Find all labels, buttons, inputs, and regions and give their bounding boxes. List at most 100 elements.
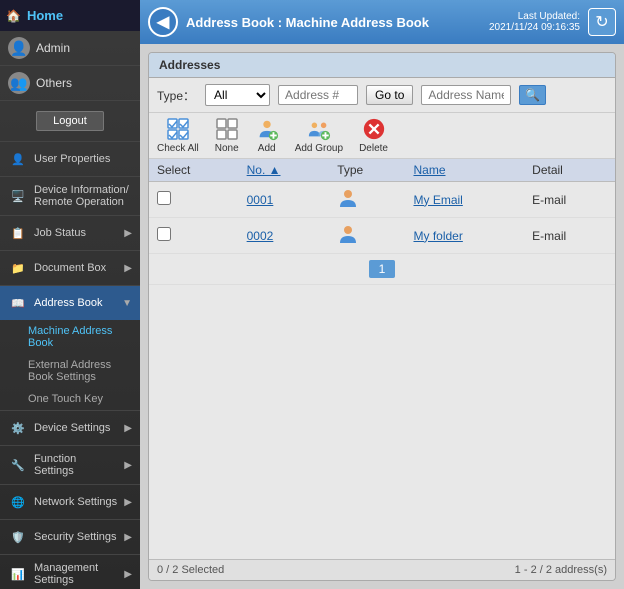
sidebar-address-book-label: Address Book <box>34 297 102 309</box>
delete-icon <box>362 117 386 141</box>
refresh-button[interactable]: ↻ <box>588 8 616 36</box>
address-table-container: Select No. ▲ Type Name Detail 0001 <box>149 159 615 559</box>
actions-row: Check All None <box>149 113 615 159</box>
back-button[interactable]: ◀ <box>148 7 178 37</box>
col-name[interactable]: Name <box>405 159 524 182</box>
management-settings-arrow: ▶ <box>124 569 132 580</box>
col-no[interactable]: No. ▲ <box>239 159 330 182</box>
address-name-input[interactable] <box>421 85 511 105</box>
function-settings-arrow: ▶ <box>124 460 132 471</box>
sidebar-item-device-info[interactable]: 🖥️ Device Information/Remote Operation <box>0 177 140 215</box>
panel-title: Addresses <box>149 53 615 78</box>
sidebar-item-admin[interactable]: 👤 Admin <box>0 31 140 66</box>
topbar: ◀ Address Book : Machine Address Book La… <box>140 0 624 44</box>
add-group-icon <box>307 117 331 141</box>
security-settings-icon: 🛡️ <box>8 527 28 547</box>
col-type: Type <box>329 159 405 182</box>
sidebar-item-home[interactable]: 🏠 Home <box>0 0 140 31</box>
type-select[interactable]: All E-mail Folder FAX i-FAX <box>205 84 270 106</box>
address-number-input[interactable] <box>278 85 358 105</box>
address-book-arrow: ▼ <box>122 298 132 309</box>
document-box-icon: 📁 <box>8 258 28 278</box>
row2-name[interactable]: My folder <box>413 229 462 243</box>
sidebar-item-security-settings[interactable]: 🛡️ Security Settings ▶ <box>0 520 140 554</box>
row2-detail: E-mail <box>524 218 615 254</box>
toolbar-row: Type： All E-mail Folder FAX i-FAX Go to … <box>149 78 615 113</box>
sidebar-item-device-settings[interactable]: ⚙️ Device Settings ▶ <box>0 411 140 445</box>
check-all-label: Check All <box>157 143 199 154</box>
add-label: Add <box>258 143 276 154</box>
row1-checkbox[interactable] <box>157 191 171 205</box>
page-1-button[interactable]: 1 <box>369 260 396 278</box>
user-properties-icon: 👤 <box>8 149 28 169</box>
add-person-icon <box>255 117 279 141</box>
add-group-action[interactable]: Add Group <box>295 117 343 154</box>
device-settings-icon: ⚙️ <box>8 418 28 438</box>
sidebar-device-settings-label: Device Settings <box>34 422 110 434</box>
table-row: 0001 My Email E-mail <box>149 182 615 218</box>
delete-label: Delete <box>359 143 388 154</box>
pagination-row: 1 <box>149 254 615 285</box>
none-action[interactable]: None <box>215 117 239 154</box>
check-all-icon <box>166 117 190 141</box>
row1-no[interactable]: 0001 <box>247 193 274 207</box>
sidebar-device-info-label: Device Information/Remote Operation <box>34 184 129 208</box>
home-icon: 🏠 <box>6 9 21 23</box>
sidebar-item-management-settings[interactable]: 📊 Management Settings ▶ <box>0 555 140 589</box>
job-status-arrow: ▶ <box>124 228 132 239</box>
goto-button[interactable]: Go to <box>366 85 413 105</box>
type-label: Type： <box>157 87 195 104</box>
delete-action[interactable]: Delete <box>359 117 388 154</box>
network-settings-arrow: ▶ <box>124 497 132 508</box>
device-settings-arrow: ▶ <box>124 423 132 434</box>
address-table: Select No. ▲ Type Name Detail 0001 <box>149 159 615 254</box>
status-row: 0 / 2 Selected 1 - 2 / 2 address(s) <box>149 559 615 580</box>
sidebar-item-network-settings[interactable]: 🌐 Network Settings ▶ <box>0 485 140 519</box>
main-content: ◀ Address Book : Machine Address Book La… <box>140 0 624 589</box>
check-all-action[interactable]: Check All <box>157 117 199 154</box>
sidebar-subitem-one-touch-key[interactable]: One Touch Key <box>0 388 140 410</box>
last-updated: Last Updated: 2021/11/24 09:16:35 <box>489 11 580 33</box>
col-detail: Detail <box>524 159 615 182</box>
table-row: 0002 My folder E-mail <box>149 218 615 254</box>
sidebar-job-status-label: Job Status <box>34 227 86 239</box>
address-count-status: 1 - 2 / 2 address(s) <box>515 564 607 576</box>
sidebar-document-box-label: Document Box <box>34 262 106 274</box>
others-icon: 👥 <box>8 72 30 94</box>
addresses-panel: Addresses Type： All E-mail Folder FAX i-… <box>148 52 616 581</box>
sidebar-item-address-book[interactable]: 📖 Address Book ▼ <box>0 286 140 320</box>
breadcrumb: Address Book : Machine Address Book <box>186 15 481 30</box>
address-book-icon: 📖 <box>8 293 28 313</box>
row2-type-icon <box>337 234 359 248</box>
sidebar-user-properties-label: User Properties <box>34 153 110 165</box>
sidebar: 🏠 Home 👤 Admin 👥 Others Logout 👤 User Pr… <box>0 0 140 589</box>
logout-button[interactable]: Logout <box>36 111 104 131</box>
row2-no[interactable]: 0002 <box>247 229 274 243</box>
last-updated-label: Last Updated: <box>489 11 580 22</box>
sidebar-item-function-settings[interactable]: 🔧 Function Settings ▶ <box>0 446 140 484</box>
sidebar-subitem-external-address-book[interactable]: External Address Book Settings <box>0 354 140 388</box>
add-action[interactable]: Add <box>255 117 279 154</box>
job-status-icon: 📋 <box>8 223 28 243</box>
row1-detail: E-mail <box>524 182 615 218</box>
sidebar-item-others[interactable]: 👥 Others <box>0 66 140 101</box>
function-settings-icon: 🔧 <box>8 455 28 475</box>
security-settings-arrow: ▶ <box>124 532 132 543</box>
sidebar-home-label: Home <box>27 8 63 23</box>
sidebar-item-user-properties[interactable]: 👤 User Properties <box>0 142 140 176</box>
none-label: None <box>215 143 239 154</box>
selected-status: 0 / 2 Selected <box>157 564 224 576</box>
row2-checkbox[interactable] <box>157 227 171 241</box>
sidebar-item-job-status[interactable]: 📋 Job Status ▶ <box>0 216 140 250</box>
row1-type-icon <box>337 198 359 212</box>
document-box-arrow: ▶ <box>124 263 132 274</box>
search-button[interactable]: 🔍 <box>519 85 546 105</box>
row1-name[interactable]: My Email <box>413 193 462 207</box>
col-select: Select <box>149 159 239 182</box>
sidebar-subitem-machine-address-book[interactable]: Machine Address Book <box>0 320 140 354</box>
admin-icon: 👤 <box>8 37 30 59</box>
sidebar-item-document-box[interactable]: 📁 Document Box ▶ <box>0 251 140 285</box>
sidebar-management-settings-label: Management Settings <box>34 562 118 586</box>
last-updated-value: 2021/11/24 09:16:35 <box>489 22 580 33</box>
sidebar-security-settings-label: Security Settings <box>34 531 117 543</box>
